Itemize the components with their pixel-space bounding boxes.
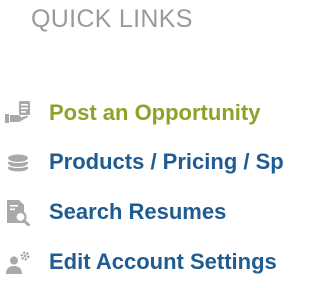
quick-links-list: Post an Opportunity Products / Pricing /… — [0, 0, 288, 288]
link-label: Products / Pricing / Sp — [49, 149, 284, 174]
link-post-opportunity[interactable]: Post an Opportunity — [0, 96, 288, 130]
link-label: Edit Account Settings — [49, 249, 277, 274]
document-search-icon — [2, 198, 34, 226]
user-gear-icon — [2, 248, 34, 276]
link-edit-account-settings[interactable]: Edit Account Settings — [0, 245, 288, 279]
link-search-resumes[interactable]: Search Resumes — [0, 195, 288, 229]
link-label: Post an Opportunity — [49, 100, 261, 125]
hand-document-icon — [2, 99, 34, 127]
coin-stack-icon — [2, 148, 34, 176]
link-products-pricing[interactable]: Products / Pricing / Sp — [0, 145, 288, 179]
link-label: Search Resumes — [49, 199, 227, 224]
